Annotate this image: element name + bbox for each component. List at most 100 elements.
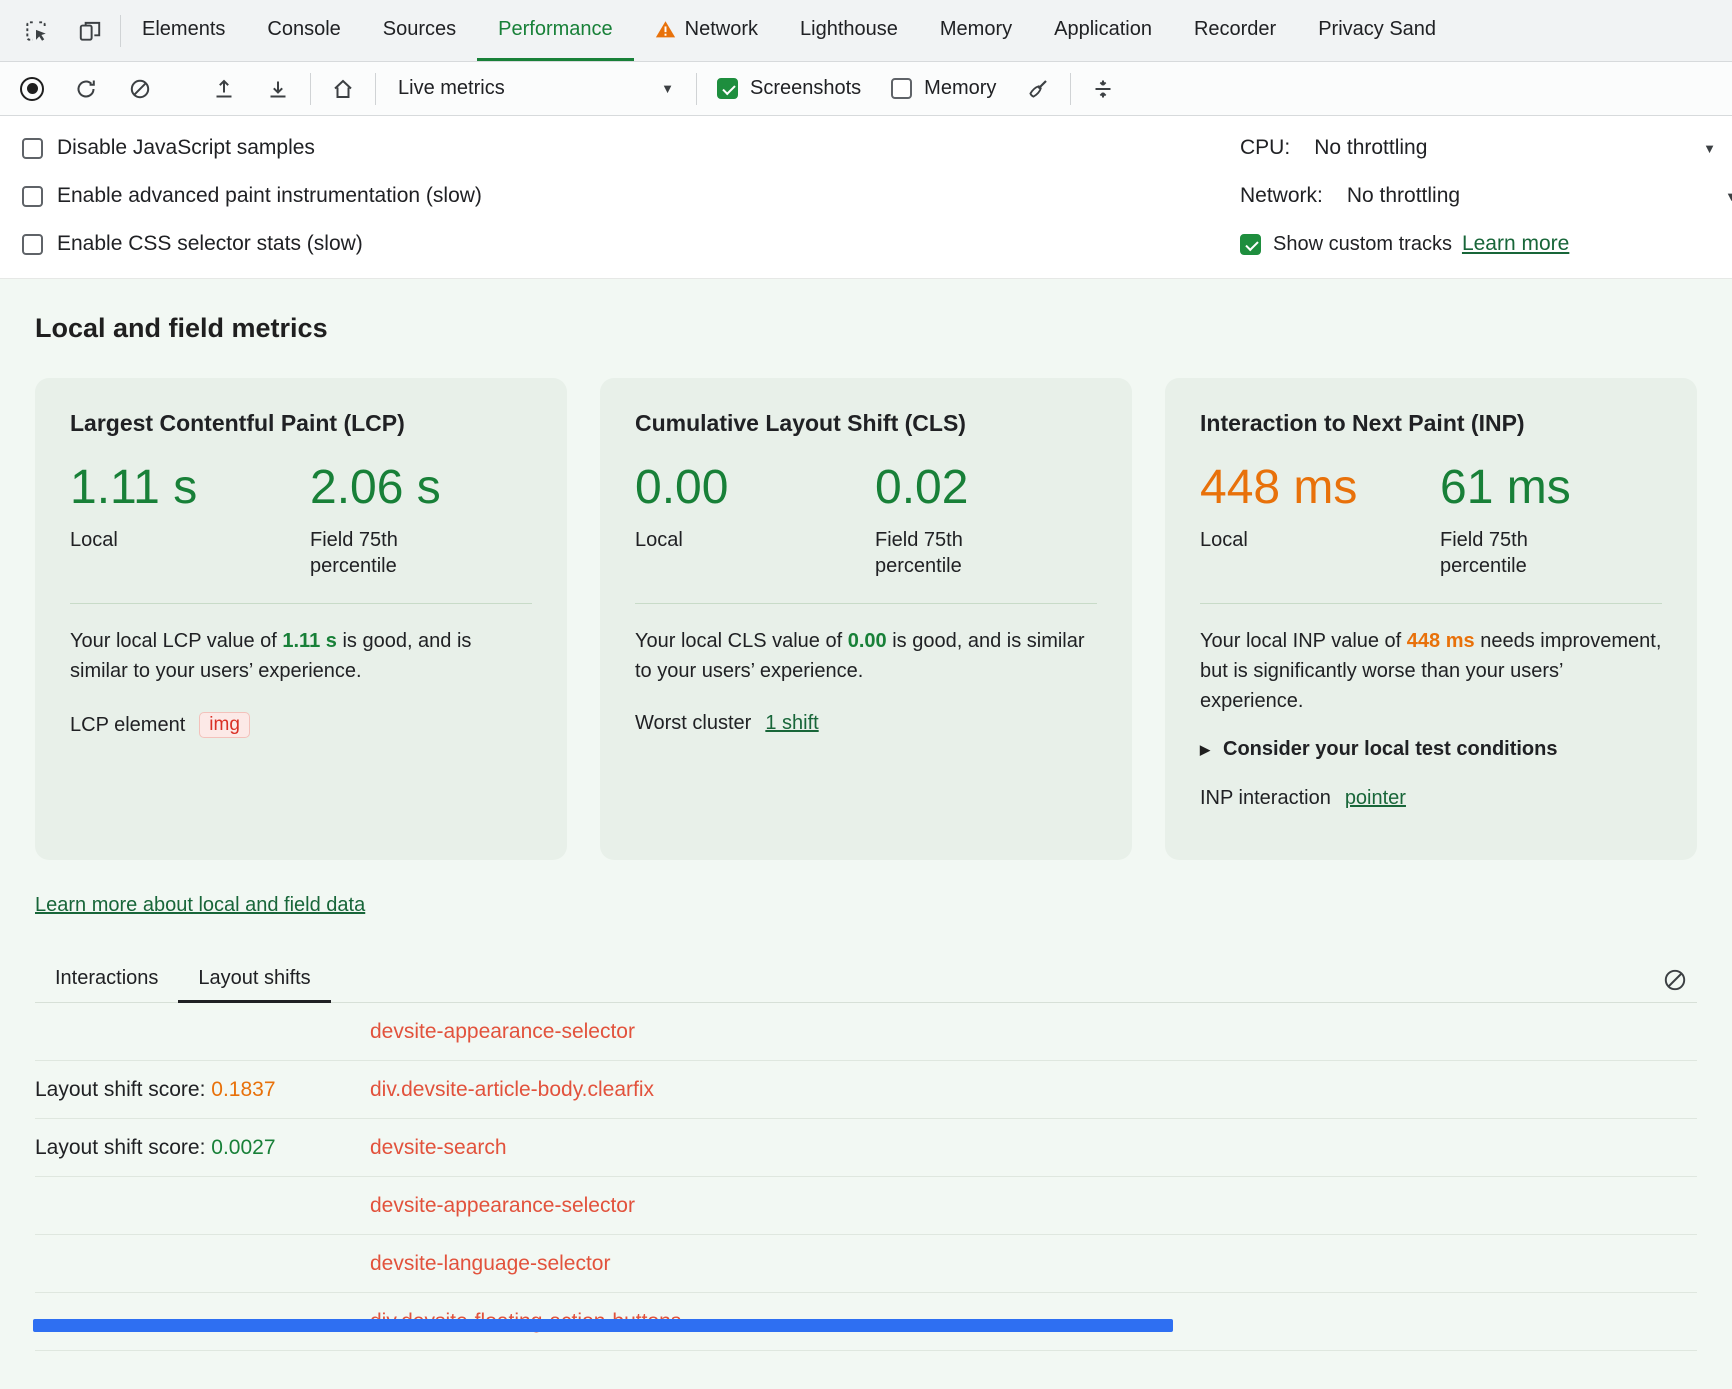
network-throttling-row: Network: No throttling ▼: [1240, 172, 1732, 220]
card-divider: [70, 603, 532, 604]
toolbar-separator: [696, 73, 697, 105]
description-text: Your local LCP value of: [70, 630, 282, 652]
view-mode-select[interactable]: Live metrics ▼: [386, 70, 686, 108]
footer-label: Worst cluster: [635, 712, 751, 735]
element-node-link[interactable]: devsite-appearance-selector: [370, 1020, 635, 1044]
clear-recording-button[interactable]: [118, 69, 162, 109]
tab-memory[interactable]: Memory: [919, 0, 1033, 61]
load-profile-button[interactable]: [202, 69, 246, 109]
table-row[interactable]: devsite-appearance-selector: [35, 1177, 1697, 1235]
upload-icon: [212, 77, 236, 101]
card-description: Your local CLS value of 0.00 is good, an…: [635, 626, 1097, 686]
save-profile-button[interactable]: [256, 69, 300, 109]
disclosure-label: Consider your local test conditions: [1223, 738, 1558, 761]
description-text: Your local CLS value of: [635, 630, 848, 652]
chevron-down-icon[interactable]: ▼: [1703, 141, 1716, 156]
inspect-element-button[interactable]: [14, 11, 58, 51]
element-node-link[interactable]: devsite-language-selector: [370, 1252, 610, 1276]
score-value: 0.0027: [211, 1136, 275, 1159]
field-value: 0.02: [875, 461, 1000, 515]
view-mode-value: Live metrics: [398, 77, 505, 100]
inp-interaction-link[interactable]: pointer: [1345, 787, 1406, 810]
device-toolbar-button[interactable]: [68, 11, 112, 51]
lcp-element-node-link[interactable]: img: [199, 712, 250, 738]
tab-label: Recorder: [1194, 18, 1276, 41]
lcp-card: Largest Contentful Paint (LCP) 1.11 s Lo…: [35, 378, 567, 860]
tab-sources[interactable]: Sources: [362, 0, 477, 61]
tab-lighthouse[interactable]: Lighthouse: [779, 0, 919, 61]
checkbox-label: Enable advanced paint instrumentation (s…: [57, 184, 482, 208]
card-values: 0.00 Local 0.02 Field 75th percentile: [635, 461, 1097, 579]
devtools-window: Elements Console Sources Performance Net…: [0, 0, 1732, 1389]
memory-checkbox[interactable]: Memory: [891, 77, 996, 100]
network-throttling-select[interactable]: No throttling: [1347, 184, 1460, 208]
tab-performance[interactable]: Performance: [477, 0, 634, 61]
checkbox-label: Disable JavaScript samples: [57, 136, 315, 160]
broom-icon: [1026, 77, 1050, 101]
element-node-link[interactable]: devsite-search: [370, 1136, 507, 1160]
tab-interactions[interactable]: Interactions: [35, 958, 178, 1003]
tab-application[interactable]: Application: [1033, 0, 1173, 61]
local-test-conditions-disclosure[interactable]: ▶ Consider your local test conditions: [1200, 738, 1662, 761]
table-row[interactable]: devsite-language-selector: [35, 1235, 1697, 1293]
tab-console[interactable]: Console: [246, 0, 361, 61]
tab-recorder[interactable]: Recorder: [1173, 0, 1297, 61]
tab-network[interactable]: Network: [634, 0, 779, 61]
cpu-throttling-select[interactable]: No throttling: [1314, 136, 1427, 160]
tab-label: Lighthouse: [800, 18, 898, 41]
capture-settings-button[interactable]: [1081, 69, 1125, 109]
learn-more-link[interactable]: Learn more: [1462, 232, 1569, 256]
checkbox-unchecked-icon: [22, 138, 43, 159]
collapse-arrows-icon: [1091, 77, 1115, 101]
circle-slash-icon: [1662, 967, 1688, 993]
toolbar-separator: [375, 73, 376, 105]
memory-label: Memory: [924, 77, 996, 100]
tab-label: Interactions: [55, 967, 158, 990]
clear-log-button[interactable]: [1653, 960, 1697, 1000]
card-divider: [635, 603, 1097, 604]
element-node-link[interactable]: div.devsite-article-body.clearfix: [370, 1078, 654, 1102]
layout-shift-rows: devsite-appearance-selector Layout shift…: [35, 1003, 1697, 1351]
tabbar-icon-group: [0, 0, 120, 61]
horizontal-scrollbar[interactable]: [33, 1319, 1173, 1332]
table-row[interactable]: Layout shift score: 0.0027 devsite-searc…: [35, 1119, 1697, 1177]
custom-tracks-row: Show custom tracks Learn more: [1240, 220, 1732, 268]
field-label: Field 75th percentile: [875, 527, 1000, 579]
metric-cards: Largest Contentful Paint (LCP) 1.11 s Lo…: [35, 378, 1697, 860]
table-row[interactable]: devsite-appearance-selector: [35, 1003, 1697, 1061]
device-toolbar-icon: [77, 18, 103, 44]
worst-cluster-link[interactable]: 1 shift: [765, 712, 818, 735]
local-value-block: 1.11 s Local: [70, 461, 310, 579]
show-custom-tracks-checkbox[interactable]: Show custom tracks: [1240, 233, 1452, 256]
score-label: Layout shift score:: [35, 1078, 211, 1101]
screenshots-checkbox[interactable]: Screenshots: [717, 77, 861, 100]
chevron-down-icon: ▼: [661, 81, 674, 96]
description-value: 0.00: [848, 630, 887, 652]
tab-privacy-sandbox[interactable]: Privacy Sand: [1297, 0, 1457, 61]
field-value: 2.06 s: [310, 461, 441, 515]
warning-triangle-icon: [655, 19, 676, 40]
local-value-block: 0.00 Local: [635, 461, 875, 579]
learn-more-local-field-link[interactable]: Learn more about local and field data: [35, 894, 365, 917]
screenshots-label: Screenshots: [750, 77, 861, 100]
collect-garbage-button[interactable]: [1016, 69, 1060, 109]
element-node-link[interactable]: devsite-appearance-selector: [370, 1194, 635, 1218]
card-footer: LCP element img: [70, 712, 532, 738]
reload-and-record-button[interactable]: [64, 69, 108, 109]
reload-icon: [74, 77, 98, 101]
home-icon: [331, 77, 355, 101]
chevron-down-icon[interactable]: ▼: [1725, 189, 1732, 204]
home-button[interactable]: [321, 69, 365, 109]
record-button[interactable]: [10, 69, 54, 109]
toolbar-separator: [1070, 73, 1071, 105]
table-row[interactable]: Layout shift score: 0.1837 div.devsite-a…: [35, 1061, 1697, 1119]
tab-label: Application: [1054, 18, 1152, 41]
card-description: Your local INP value of 448 ms needs imp…: [1200, 626, 1662, 716]
tab-label: Network: [685, 18, 758, 41]
inspect-cursor-icon: [23, 18, 49, 44]
field-value-block: 0.02 Field 75th percentile: [875, 461, 1000, 579]
tab-layout-shifts[interactable]: Layout shifts: [178, 958, 330, 1003]
score-value: 0.1837: [211, 1078, 275, 1101]
tab-elements[interactable]: Elements: [121, 0, 246, 61]
field-value-block: 61 ms Field 75th percentile: [1440, 461, 1571, 579]
